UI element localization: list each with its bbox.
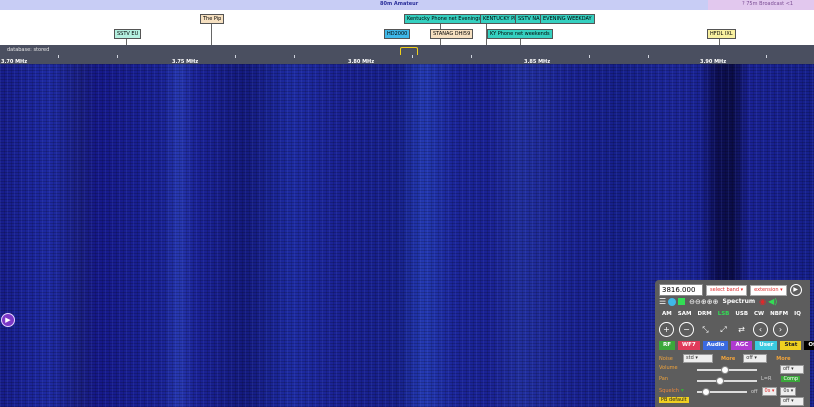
volume-label: Volume bbox=[659, 365, 678, 371]
noise-off-value: off bbox=[746, 355, 753, 361]
more-button[interactable]: More bbox=[721, 356, 735, 362]
mode-usb[interactable]: USB bbox=[732, 310, 751, 319]
control-panel: 3816.000 select band ▾ extension ▾ ▶ ☰ ⊖… bbox=[655, 280, 814, 407]
squelch-select-2[interactable]: 0s ▾ bbox=[780, 387, 797, 396]
stem bbox=[719, 38, 720, 45]
play-icon[interactable]: ▶ bbox=[789, 284, 802, 296]
spectrum-button[interactable]: Spectrum bbox=[723, 298, 756, 305]
tab-off[interactable]: Off bbox=[804, 341, 814, 350]
select-band-dropdown[interactable]: select band ▾ bbox=[706, 284, 748, 296]
volume-select-value: off bbox=[783, 366, 790, 372]
tab-audio[interactable]: Audio bbox=[702, 341, 729, 350]
expand-icon[interactable]: ⤢ bbox=[717, 323, 730, 336]
tab-user[interactable]: User bbox=[755, 341, 778, 350]
side-panel-toggle-icon[interactable]: ▶ bbox=[1, 313, 15, 327]
station-label[interactable]: SSTV NA bbox=[515, 14, 543, 24]
tab-stat[interactable]: Stat bbox=[780, 341, 802, 350]
noise-select[interactable]: std ▾ bbox=[683, 354, 713, 363]
pb-select[interactable]: off ▾ bbox=[780, 397, 804, 406]
lr-label: L=R bbox=[761, 376, 772, 382]
volume-knob[interactable] bbox=[721, 366, 729, 374]
next-icon[interactable]: › bbox=[773, 322, 788, 337]
squelch-v2: 0s bbox=[783, 388, 790, 394]
database-status: database: stored bbox=[7, 47, 50, 53]
mode-drm[interactable]: DRM bbox=[694, 310, 714, 319]
squelch-knob[interactable] bbox=[702, 388, 710, 396]
station-label[interactable]: KENTUCKY PHONE bbox=[480, 14, 516, 24]
info-icon[interactable] bbox=[668, 297, 677, 306]
comp-button[interactable]: Comp bbox=[781, 376, 801, 382]
squelch-off-label: off bbox=[751, 388, 758, 395]
mode-sam[interactable]: SAM bbox=[675, 310, 695, 319]
station-label[interactable]: HD2000 bbox=[384, 29, 411, 39]
band-right-label: ? 75m Broadcast <1 bbox=[742, 1, 794, 7]
zoom-in-icon[interactable]: + bbox=[659, 322, 674, 337]
passband-marker[interactable] bbox=[400, 47, 418, 55]
tab-wf[interactable]: WF7 bbox=[678, 341, 700, 350]
station-label[interactable]: KY Phone net weekends bbox=[487, 29, 553, 39]
station-labels: The Pip Kentucky Phone net Evenings KENT… bbox=[0, 10, 814, 45]
squelch-toggle-icon[interactable]: ▾ bbox=[681, 387, 684, 394]
select-band-label: select band bbox=[710, 286, 740, 293]
shrink-icon[interactable]: ⤡ bbox=[699, 323, 712, 336]
station-label[interactable]: The Pip bbox=[200, 14, 225, 24]
squelch-v1: 0s bbox=[764, 388, 771, 394]
stem bbox=[520, 38, 521, 45]
menu-icon[interactable]: ☰ bbox=[659, 297, 666, 306]
pan-slider[interactable] bbox=[697, 380, 757, 382]
extension-dropdown[interactable]: extension ▾ bbox=[750, 284, 787, 296]
mode-am[interactable]: AM bbox=[659, 310, 675, 319]
speaker-icon[interactable]: ◀) bbox=[768, 297, 777, 306]
zoom-out-icon[interactable]: − bbox=[679, 322, 694, 337]
station-label[interactable]: HFDL IXL bbox=[707, 29, 736, 39]
band-label: 80m Amateur bbox=[380, 1, 419, 7]
station-label[interactable]: EVENING WEEKDAY bbox=[540, 14, 595, 24]
stem bbox=[126, 38, 127, 45]
more2-button[interactable]: More bbox=[776, 356, 790, 362]
status-icon bbox=[678, 298, 686, 305]
volume-select[interactable]: off ▾ bbox=[780, 365, 804, 374]
tab-rf[interactable]: RF bbox=[659, 341, 675, 350]
tab-agc[interactable]: AGC bbox=[731, 341, 753, 350]
mode-iq[interactable]: IQ bbox=[791, 310, 804, 319]
prev-icon[interactable]: ‹ bbox=[753, 322, 768, 337]
station-label[interactable]: Kentucky Phone net Evenings bbox=[404, 14, 484, 24]
pb-select-value: off bbox=[783, 398, 790, 404]
noise-off-select[interactable]: off ▾ bbox=[743, 354, 768, 363]
mode-nbfm[interactable]: NBFM bbox=[767, 310, 791, 319]
station-label[interactable]: SSTV EU bbox=[114, 29, 142, 39]
squelch-label: Squelch bbox=[659, 387, 679, 394]
station-label[interactable]: STANAG DHI59 bbox=[430, 29, 474, 39]
pan-knob[interactable] bbox=[716, 377, 724, 385]
mode-cw[interactable]: CW bbox=[751, 310, 767, 319]
band-bar[interactable]: 80m Amateur ? 75m Broadcast <1 bbox=[0, 0, 814, 10]
frequency-input[interactable]: 3816.000 bbox=[659, 284, 703, 296]
zoom-controls-icon[interactable]: ⊖⊖⊕⊕⊕ bbox=[689, 298, 718, 306]
squelch-select-1[interactable]: 0s ▾ bbox=[761, 387, 778, 396]
mute-icon[interactable]: ◉ bbox=[759, 297, 766, 306]
swap-icon[interactable]: ⇄ bbox=[735, 323, 748, 336]
noise-label: Noise bbox=[659, 355, 673, 362]
extension-label: extension bbox=[754, 286, 779, 293]
pb-default-button[interactable]: PB default bbox=[659, 397, 689, 403]
mode-lsb[interactable]: LSB bbox=[715, 310, 733, 319]
pan-label: Pan bbox=[659, 376, 669, 382]
noise-value: std bbox=[686, 355, 694, 361]
